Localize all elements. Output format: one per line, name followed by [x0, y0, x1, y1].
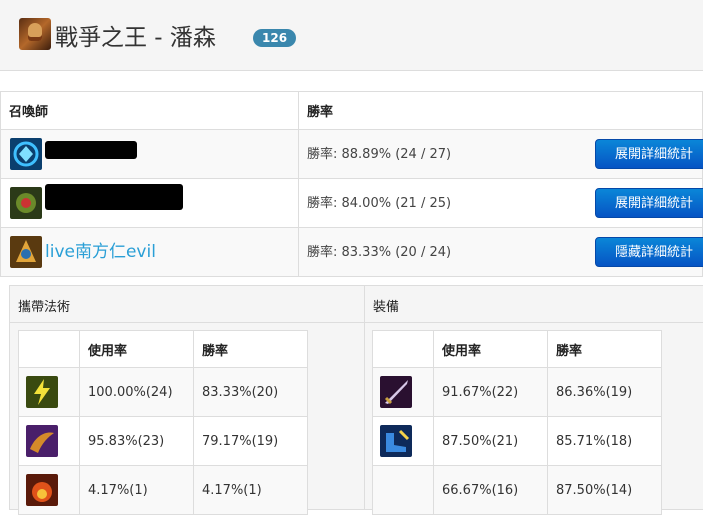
table-row: 勝率: 88.89% (24 / 27) 展開詳細統計 — [0, 129, 703, 179]
usage-value: 87.50%(21) — [433, 416, 548, 466]
usage-value: 91.67%(22) — [433, 367, 548, 417]
table-row: 87.50%(21) 85.71%(18) — [372, 416, 662, 466]
items-panel-header: 裝備 — [365, 286, 703, 323]
table-header-row: 使用率 勝率 — [372, 330, 662, 368]
winrate-cell: 勝率: 83.33% (20 / 24) 隱藏詳細統計 — [298, 227, 703, 277]
exhaust-spell-icon — [26, 425, 58, 457]
champion-title: 戰爭之王 - 潘森 — [55, 25, 216, 51]
winrate-text: 勝率: 88.89% (24 / 27) — [307, 147, 452, 162]
count-badge: 126 — [253, 29, 297, 47]
table-row: 91.67%(22) 86.36%(19) — [372, 367, 662, 417]
spells-table: 使用率 勝率 100.00%(24) 83.33%(20) 95.83%(23)… — [18, 330, 308, 515]
column-header-usage: 使用率 — [79, 330, 194, 368]
spells-panel-title: 攜帶法術 — [18, 300, 71, 315]
table-row: 100.00%(24) 83.33%(20) — [18, 367, 308, 417]
summoner-cell — [0, 178, 299, 228]
boots-item-icon — [380, 425, 412, 457]
ignite-spell-icon — [26, 474, 58, 506]
column-header-usage: 使用率 — [433, 330, 548, 368]
column-header-icon — [18, 330, 80, 368]
items-panel-title: 裝備 — [373, 300, 400, 315]
column-header-winrate: 勝率 — [193, 330, 308, 368]
summoner-cell — [0, 129, 299, 179]
spells-panel-header: 攜帶法術 — [10, 286, 364, 323]
items-table: 使用率 勝率 91.67%(22) 86.36%(19) 87.50%(21) … — [372, 330, 662, 515]
table-row: live南方仁evil 勝率: 83.33% (20 / 24) 隱藏詳細統計 — [0, 227, 703, 277]
winrate-value: 86.36%(19) — [547, 367, 662, 417]
column-header-winrate: 勝率 — [298, 91, 703, 130]
winrate-cell: 勝率: 88.89% (24 / 27) 展開詳細統計 — [298, 129, 703, 179]
table-header-row: 召喚師 勝率 — [0, 91, 703, 130]
flash-spell-icon — [26, 376, 58, 408]
expand-stats-button[interactable]: 展開詳細統計 — [595, 139, 703, 169]
summoner-avatar-icon — [10, 187, 42, 219]
usage-value: 100.00%(24) — [79, 367, 194, 417]
champion-header: 戰爭之王 - 潘森 126 — [0, 0, 703, 71]
champion-portrait-icon — [19, 18, 51, 50]
usage-value: 4.17%(1) — [79, 465, 194, 515]
winrate-value: 87.50%(14) — [547, 465, 662, 515]
hide-stats-button[interactable]: 隱藏詳細統計 — [595, 237, 703, 267]
column-header-summoner: 召喚師 — [0, 91, 299, 130]
table-row: 勝率: 84.00% (21 / 25) 展開詳細統計 — [0, 178, 703, 228]
summoner-name-link[interactable]: live南方仁evil — [45, 237, 156, 262]
summoner-avatar-icon — [10, 236, 42, 268]
summoner-cell: live南方仁evil — [0, 227, 299, 277]
column-header-icon — [372, 330, 434, 368]
winrate-value: 83.33%(20) — [193, 367, 308, 417]
winrate-value: 79.17%(19) — [193, 416, 308, 466]
redaction-block — [45, 141, 137, 159]
usage-value: 95.83%(23) — [79, 416, 194, 466]
table-row: 4.17%(1) 4.17%(1) — [18, 465, 308, 515]
sword-item-icon — [380, 376, 412, 408]
winrate-cell: 勝率: 84.00% (21 / 25) 展開詳細統計 — [298, 178, 703, 228]
table-row: 95.83%(23) 79.17%(19) — [18, 416, 308, 466]
winrate-text: 勝率: 84.00% (21 / 25) — [307, 196, 452, 211]
winrate-text: 勝率: 83.33% (20 / 24) — [307, 245, 452, 260]
column-header-winrate: 勝率 — [547, 330, 662, 368]
winrate-value: 85.71%(18) — [547, 416, 662, 466]
summoner-stats-table: 召喚師 勝率 勝率: 88.89% (24 / 27) 展開詳細統計 勝率: 8… — [0, 91, 703, 277]
usage-value: 66.67%(16) — [433, 465, 548, 515]
expand-stats-button[interactable]: 展開詳細統計 — [595, 188, 703, 218]
redaction-block — [45, 184, 183, 210]
item-icon-empty — [372, 465, 434, 515]
winrate-value: 4.17%(1) — [193, 465, 308, 515]
summoner-avatar-icon — [10, 138, 42, 170]
table-header-row: 使用率 勝率 — [18, 330, 308, 368]
table-row: 66.67%(16) 87.50%(14) — [372, 465, 662, 515]
